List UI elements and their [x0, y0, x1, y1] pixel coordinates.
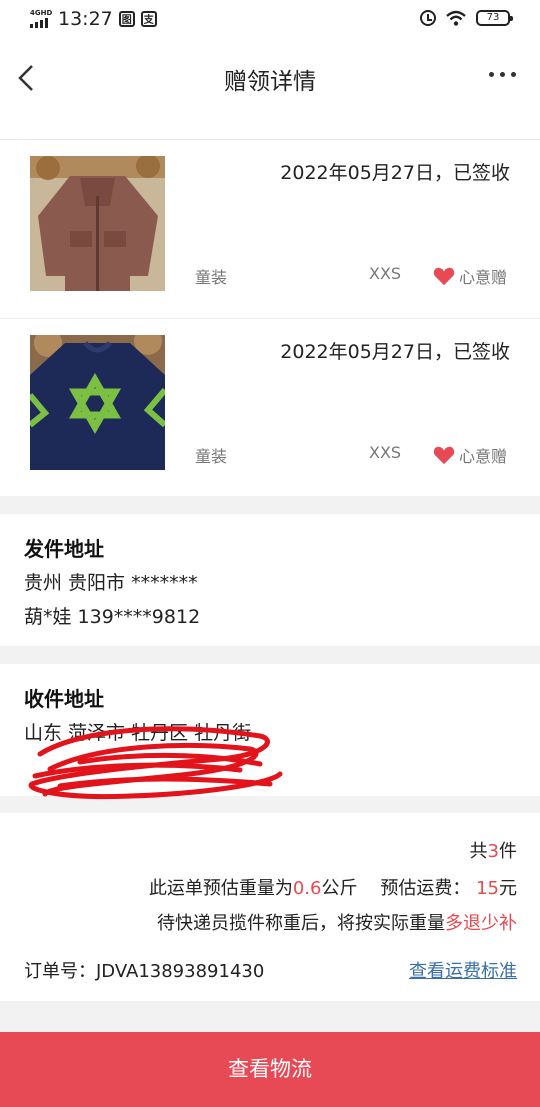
- item-category: 童装: [195, 447, 228, 466]
- item-size: XXS: [369, 443, 402, 462]
- sweater-image: [30, 335, 165, 470]
- fee-standard-link[interactable]: 查看运费标准: [409, 957, 517, 983]
- item-tag: 心意赠: [433, 264, 507, 288]
- jacket-image: [30, 156, 165, 291]
- donation-items-list: 2022年05月27日，已签收 童装 XXS 心意赠 2022年05月27日，已…: [0, 140, 540, 496]
- notification-icon: 图: [118, 11, 135, 27]
- item-category: 童装: [195, 268, 228, 287]
- wifi-icon: [446, 10, 466, 26]
- alarm-icon: [420, 10, 436, 26]
- order-number: 订单号：JDVA13893891430: [24, 961, 265, 982]
- sender-title: 发件地址: [24, 537, 104, 561]
- status-time: 13:27: [58, 8, 113, 30]
- heart-icon: [433, 267, 455, 286]
- view-logistics-button[interactable]: 查看物流: [0, 1032, 540, 1107]
- page-title: 赠领详情: [224, 69, 316, 95]
- heart-icon: [433, 446, 455, 465]
- network-type: 4GHD: [30, 9, 53, 17]
- item-tag-label: 心意赠: [458, 268, 507, 287]
- item-tag-label: 心意赠: [458, 447, 507, 466]
- item-date-status: 2022年05月27日，已签收: [280, 162, 510, 184]
- list-item[interactable]: 2022年05月27日，已签收 童装 XXS 心意赠: [0, 140, 540, 318]
- list-item[interactable]: 2022年05月27日，已签收 童装 XXS 心意赠: [0, 318, 540, 497]
- shipping-summary: 共3件 此运单预估重量为0.6公斤 预估运费： 15元 待快递员揽件称重后，将按…: [0, 813, 540, 1001]
- receiver-title: 收件地址: [24, 687, 104, 711]
- item-date-status: 2022年05月27日，已签收: [280, 341, 510, 363]
- sender-address: 贵州 贵阳市 *******: [24, 572, 198, 594]
- alipay-icon: 支: [140, 11, 157, 27]
- weight-fee-line: 此运单预估重量为0.6公斤 预估运费： 15元: [148, 878, 517, 899]
- item-size: XXS: [369, 264, 402, 283]
- redaction-scribble: [28, 726, 283, 800]
- nav-header: 赠领详情: [0, 42, 540, 140]
- sender-address-section: 发件地址 贵州 贵阳市 ******* 葫*娃 139****9812: [0, 514, 540, 646]
- receiver-address-section: 收件地址 山东 菏泽市 牡丹区 牡丹街: [0, 664, 540, 800]
- weight-note: 待快递员揽件称重后，将按实际重量多退少补: [157, 913, 517, 934]
- signal-icon: 4GHD: [30, 8, 52, 30]
- sender-contact: 葫*娃 139****9812: [24, 606, 201, 628]
- status-bar: 4GHD 13:27 图 支 73: [0, 0, 540, 42]
- item-count: 共3件: [469, 841, 517, 862]
- item-tag: 心意赠: [433, 443, 507, 467]
- battery-icon: 73: [476, 10, 513, 26]
- more-menu-icon[interactable]: [489, 72, 516, 77]
